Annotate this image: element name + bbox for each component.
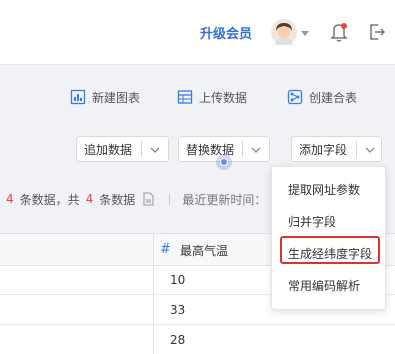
new-chart-label: 新建图表: [92, 90, 141, 105]
shown-count: 4: [6, 192, 14, 206]
table-icon: [177, 90, 193, 104]
table-cell: 33: [170, 303, 186, 317]
logout-icon[interactable]: [368, 23, 386, 41]
chevron-down-icon: [365, 147, 375, 153]
highlight-box: [280, 236, 380, 264]
chevron-down-icon: [251, 147, 261, 153]
divider: [141, 141, 142, 157]
add-field-label: 添加字段: [299, 142, 348, 157]
new-chart-button[interactable]: 新建图表: [70, 87, 140, 107]
column-header-max-temp[interactable]: 最高气温: [180, 242, 228, 259]
mouse-cursor-dot: [220, 158, 228, 166]
table-row: 28: [0, 326, 395, 354]
add-field-dropdown-menu: 提取网址参数 归并字段 生成经纬度字段 常用编码解析: [271, 166, 386, 310]
count-text-a: 条数据，共: [19, 192, 80, 207]
chevron-down-icon: [150, 147, 160, 153]
divider: [356, 141, 357, 157]
divider: [169, 193, 171, 205]
bell-icon[interactable]: [330, 22, 348, 42]
merge-icon: [287, 89, 303, 105]
chevron-down-icon[interactable]: [301, 31, 309, 36]
user-avatar[interactable]: [271, 19, 297, 45]
chart-icon: [70, 89, 86, 105]
table-cell: 10: [170, 273, 186, 287]
add-field-select[interactable]: 添加字段: [291, 136, 382, 162]
create-merge-label: 创建合表: [309, 90, 358, 105]
append-data-select[interactable]: 追加数据: [76, 136, 169, 162]
menu-item-decode-common[interactable]: 常用编码解析: [288, 277, 360, 294]
upgrade-link[interactable]: 升级会员: [200, 23, 252, 42]
divider: [242, 141, 243, 157]
data-info-bar: 4 条数据，共 4 条数据 最近更新时间：: [0, 188, 280, 210]
upload-data-button[interactable]: 上传数据: [177, 87, 247, 107]
count-text-b: 条数据: [99, 192, 136, 207]
top-bar: 升级会员: [0, 0, 395, 65]
menu-item-merge-field[interactable]: 归并字段: [288, 213, 336, 230]
create-merge-button[interactable]: 创建合表: [287, 87, 357, 107]
total-count: 4: [85, 192, 94, 206]
column-divider: [153, 234, 154, 354]
file-icon: [143, 192, 154, 206]
menu-item-extract-url-params[interactable]: 提取网址参数: [288, 181, 360, 198]
table-cell: 28: [170, 333, 186, 347]
append-data-label: 追加数据: [84, 142, 133, 157]
number-type-icon: #: [160, 242, 171, 257]
upload-data-label: 上传数据: [199, 90, 248, 105]
last-updated-label: 最近更新时间：: [182, 192, 267, 207]
